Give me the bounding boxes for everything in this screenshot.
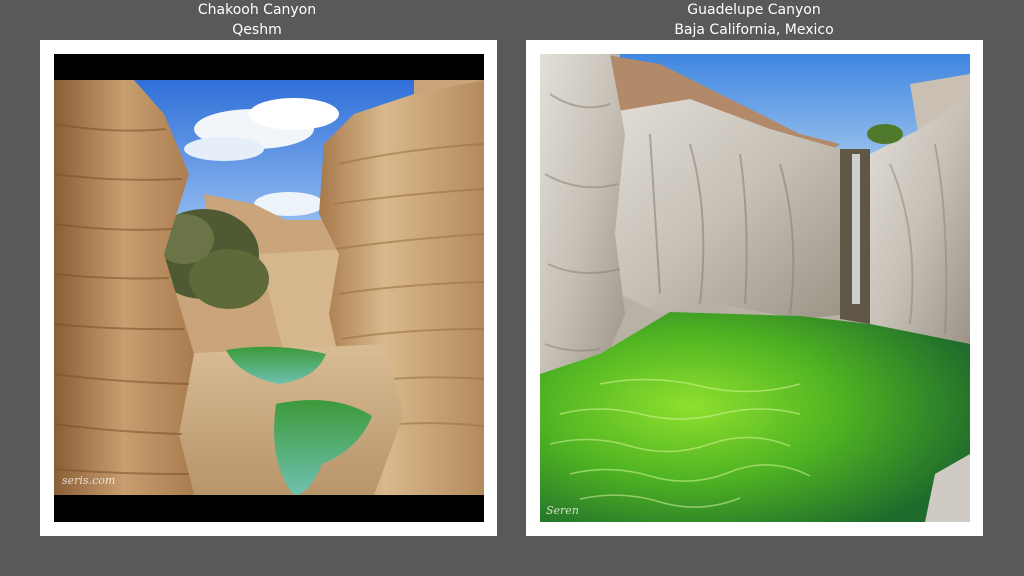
- left-photo-watermark: seris.com: [62, 474, 116, 487]
- left-photo-subtitle: Qeshm: [232, 22, 282, 38]
- right-photo-subtitle: Baja California, Mexico: [674, 22, 834, 38]
- chakooh-canyon-photo: seris.com: [54, 54, 484, 522]
- guadelupe-canyon-photo: Seren: [540, 54, 970, 522]
- right-photo-frame: Seren: [526, 40, 983, 536]
- right-photo-caption: Guadelupe Canyon Baja California, Mexico: [604, 0, 904, 40]
- left-photo-caption: Chakooh Canyon Qeshm: [157, 0, 357, 40]
- right-photo-title: Guadelupe Canyon: [687, 2, 821, 18]
- right-photo-watermark: Seren: [546, 504, 579, 517]
- left-photo-title: Chakooh Canyon: [197, 2, 317, 18]
- left-photo-frame: seris.com: [40, 40, 497, 536]
